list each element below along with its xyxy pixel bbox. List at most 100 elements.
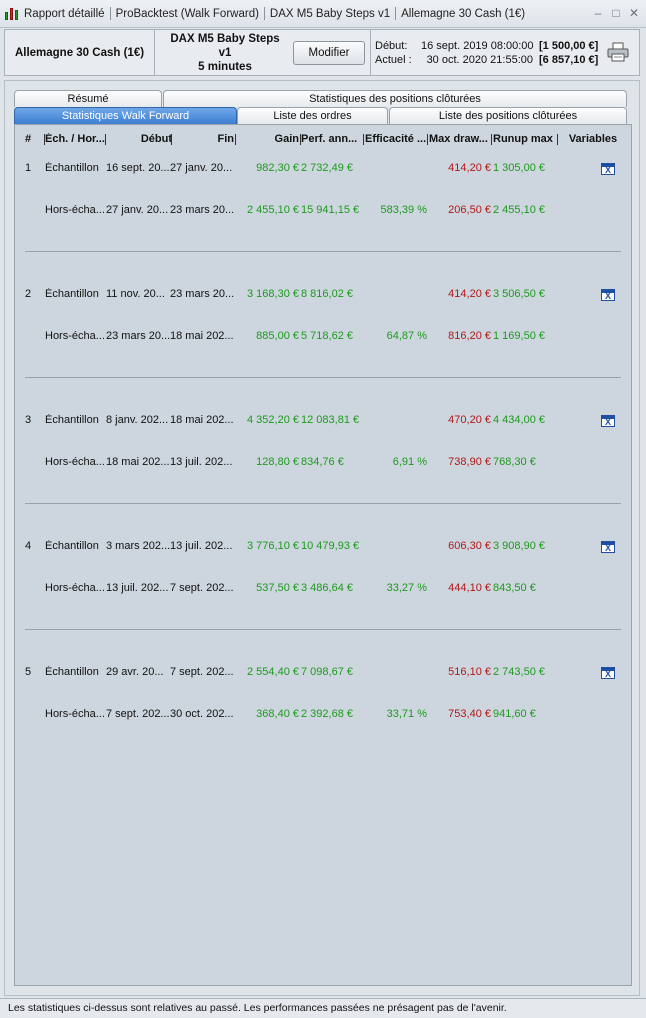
col-num[interactable]: # <box>25 133 39 145</box>
oos-perf-cell: 834,76 € <box>301 456 344 468</box>
row-number: 5 <box>25 666 32 678</box>
sample-end-cell: 27 janv. 20... <box>170 162 233 174</box>
maximize-icon[interactable]: □ <box>610 6 622 20</box>
column-separator[interactable] <box>300 134 301 145</box>
printer-icon[interactable] <box>607 42 629 62</box>
oos-gain-cell: 537,50 € <box>256 582 299 594</box>
column-separator[interactable] <box>171 134 172 145</box>
title-strategy: DAX M5 Baby Steps v1 <box>269 7 391 20</box>
report-header: Allemagne 30 Cash (1€) DAX M5 Baby Steps… <box>4 29 640 76</box>
oos-start-cell: 23 mars 20... <box>106 330 171 342</box>
oos-end-cell: 18 mai 202... <box>170 330 234 342</box>
strategy-name: DAX M5 Baby Steps v1 <box>170 32 280 59</box>
sample-gain-cell: 2 554,40 € <box>247 666 299 678</box>
column-separator[interactable] <box>557 134 558 145</box>
oos-start-cell: 27 janv. 20... <box>106 204 169 216</box>
column-separator[interactable] <box>491 134 492 145</box>
current-label: Actuel : <box>375 53 412 66</box>
sample-maxdd-cell: 516,10 € <box>448 666 491 678</box>
sample-perf-cell: 2 732,49 € <box>301 162 353 174</box>
instrument-name: Allemagne 30 Cash (1€) <box>5 30 155 75</box>
col-max-drawdown[interactable]: Max draw... <box>429 133 491 145</box>
oos-perf-cell: 2 392,68 € <box>301 708 353 720</box>
col-max-runup[interactable]: Runup max <box>493 133 559 145</box>
sample-runup-cell: 3 506,50 € <box>493 288 545 300</box>
sample-maxdd-cell: 414,20 € <box>448 162 491 174</box>
window-titlebar: Rapport détaillé ProBacktest (Walk Forwa… <box>0 0 646 28</box>
sample-perf-cell: 8 816,02 € <box>301 288 353 300</box>
oos-eff-cell: 6,91 % <box>392 456 427 468</box>
col-start[interactable]: Début <box>106 133 172 145</box>
oos-runup-cell: 768,30 € <box>493 456 536 468</box>
col-gain[interactable]: Gain <box>235 133 299 145</box>
col-annual-perf[interactable]: Perf. ann... <box>301 133 365 145</box>
tab-orders-list[interactable]: Liste des ordres <box>237 107 388 124</box>
oos-eff-cell: 33,27 % <box>386 582 427 594</box>
row-number: 3 <box>25 414 32 426</box>
tab-walk-forward-stats[interactable]: Statistiques Walk Forward <box>14 107 237 124</box>
sample-start-cell: 8 janv. 202... <box>106 414 169 426</box>
sample-perf-cell: 12 083,81 € <box>301 414 360 426</box>
excel-export-icon[interactable]: X <box>601 289 615 301</box>
sample-runup-cell: 2 743,50 € <box>493 666 545 678</box>
sample-type-cell: Échantillon <box>45 162 99 174</box>
sample-runup-cell: 3 908,90 € <box>493 540 545 552</box>
sample-gain-cell: 982,30 € <box>256 162 299 174</box>
group-separator <box>25 377 621 378</box>
title-mode: ProBacktest (Walk Forward) <box>115 7 259 20</box>
col-efficiency[interactable]: Efficacité ... <box>365 133 427 145</box>
oos-maxdd-cell: 753,40 € <box>448 708 491 720</box>
oos-runup-cell: 941,60 € <box>493 708 536 720</box>
oos-end-cell: 30 oct. 202... <box>170 708 234 720</box>
oos-end-cell: 23 mars 20... <box>170 204 234 216</box>
column-separator[interactable] <box>105 134 106 145</box>
tab-summary[interactable]: Résumé <box>14 90 162 107</box>
modify-button[interactable]: Modifier <box>293 40 365 65</box>
col-sample-type[interactable]: Éch. / Hor... <box>45 133 107 145</box>
oos-type-cell: Hors-écha... <box>45 204 105 216</box>
oos-runup-cell: 843,50 € <box>493 582 536 594</box>
excel-export-icon[interactable]: X <box>601 163 615 175</box>
row-number: 2 <box>25 288 32 300</box>
oos-start-cell: 18 mai 202... <box>106 456 170 468</box>
oos-maxdd-cell: 738,90 € <box>448 456 491 468</box>
excel-export-icon[interactable]: X <box>601 541 615 553</box>
sample-start-cell: 16 sept. 20... <box>106 162 170 174</box>
oos-end-cell: 13 juil. 202... <box>170 456 233 468</box>
start-date: 16 sept. 2019 08:00:00 <box>421 39 534 52</box>
minimize-icon[interactable]: – <box>592 6 604 20</box>
excel-export-icon[interactable]: X <box>601 415 615 427</box>
sample-start-cell: 3 mars 202... <box>106 540 171 552</box>
sample-maxdd-cell: 606,30 € <box>448 540 491 552</box>
column-separator[interactable] <box>235 134 236 145</box>
oos-type-cell: Hors-écha... <box>45 456 105 468</box>
walk-forward-table: # Éch. / Hor... Début Fin Gain Perf. ann... Ef… <box>14 124 632 986</box>
close-icon[interactable]: ✕ <box>628 6 640 20</box>
sample-gain-cell: 4 352,20 € <box>247 414 299 426</box>
col-variables[interactable]: Variables <box>563 133 623 145</box>
tab-closed-positions-stats[interactable]: Statistiques des positions clôturées <box>163 90 627 107</box>
sample-perf-cell: 10 479,93 € <box>301 540 360 552</box>
excel-export-icon[interactable]: X <box>601 667 615 679</box>
oos-type-cell: Hors-écha... <box>45 330 105 342</box>
oos-perf-cell: 3 486,64 € <box>301 582 353 594</box>
column-separator[interactable] <box>427 134 428 145</box>
title-instrument: Allemagne 30 Cash (1€) <box>401 7 526 20</box>
oos-maxdd-cell: 816,20 € <box>448 330 491 342</box>
sample-type-cell: Échantillon <box>45 540 99 552</box>
sample-runup-cell: 1 305,00 € <box>493 162 545 174</box>
col-end[interactable]: Fin <box>170 133 235 145</box>
oos-gain-cell: 2 455,10 € <box>247 204 299 216</box>
sample-gain-cell: 3 776,10 € <box>247 540 299 552</box>
tab-closed-positions-list[interactable]: Liste des positions clôturées <box>389 107 627 124</box>
oos-eff-cell: 583,39 % <box>380 204 427 216</box>
sample-end-cell: 13 juil. 202... <box>170 540 233 552</box>
column-separator[interactable] <box>44 134 45 145</box>
oos-perf-cell: 5 718,62 € <box>301 330 353 342</box>
sample-perf-cell: 7 098,67 € <box>301 666 353 678</box>
sample-gain-cell: 3 168,30 € <box>247 288 299 300</box>
sample-type-cell: Échantillon <box>45 414 99 426</box>
column-separator[interactable] <box>363 134 364 145</box>
oos-eff-cell: 64,87 % <box>386 330 427 342</box>
sample-start-cell: 29 avr. 20... <box>106 666 164 678</box>
